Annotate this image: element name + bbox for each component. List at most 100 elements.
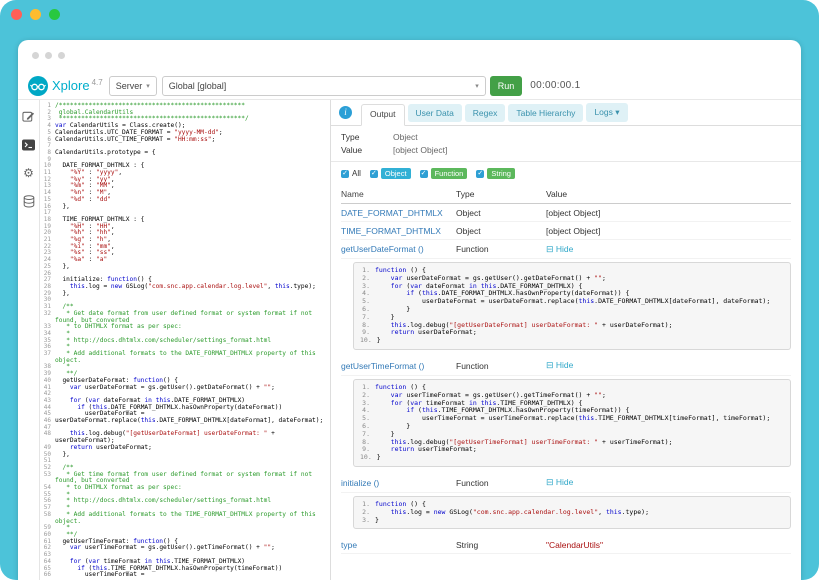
column-header-type: Type [456, 189, 546, 199]
results-table: Name Type Value DATE_FORMAT_DHTMLXObject… [331, 185, 801, 554]
result-name-link[interactable]: getUserDateFormat () [341, 244, 456, 254]
filter-label: All [352, 169, 361, 178]
checkbox-checked-icon[interactable]: ✓ [420, 170, 428, 178]
result-name-link[interactable]: TIME_FORMAT_DHTMLX [341, 226, 456, 236]
code-editor[interactable]: 1/**************************************… [40, 100, 331, 580]
chevron-down-icon: ▾ [475, 82, 479, 90]
result-type: Function [456, 361, 546, 371]
tab-user-data[interactable]: User Data [408, 104, 462, 122]
source-code: } [375, 517, 379, 525]
source-line: 9. return userDateFormat; [360, 329, 784, 337]
function-source-block: 1.function () {2. var userDateFormat = g… [353, 262, 791, 350]
filter-label: String [487, 168, 515, 179]
result-row: typeString"CalendarUtils" [341, 536, 791, 554]
compose-icon[interactable] [22, 110, 35, 123]
inner-window-dots [32, 52, 65, 59]
editor-line: 48 this.log.debug("[getUserDateFormat] u… [40, 431, 330, 444]
results-body: DATE_FORMAT_DHTMLXObject[object Object] T… [341, 204, 791, 554]
line-code: * to DHTMLX format as per spec: [55, 485, 330, 492]
editor-line: 62 var userTimeFormat = gs.getUser().get… [40, 545, 330, 552]
info-icon[interactable]: i [339, 106, 352, 119]
editor-line: 24 "%a" : "a" [40, 257, 330, 264]
main-content: ⚙ 1/************************************… [18, 100, 801, 580]
xplore-logo [28, 76, 48, 96]
editor-line: 8CalendarUtils.prototype = { [40, 150, 330, 157]
source-line: 6. } [360, 423, 784, 431]
server-dropdown[interactable]: Server ▾ [109, 76, 157, 96]
line-code: }, [55, 264, 330, 271]
tab-logs[interactable]: Logs ▾ [586, 103, 627, 122]
results-header-row: Name Type Value [341, 185, 791, 204]
terminal-icon[interactable] [22, 139, 35, 151]
editor-line: 50 }, [40, 452, 330, 459]
summary-value-value: [object Object] [393, 144, 447, 157]
checkbox-checked-icon[interactable]: ✓ [341, 170, 349, 178]
result-row: getUserTimeFormat ()Function⊟ Hide [341, 357, 791, 376]
line-code: var userDateFormat = gs.getUser().getDat… [55, 385, 330, 392]
scope-dropdown[interactable]: Global [global] ▾ [162, 76, 486, 96]
filter-object[interactable]: ✓Object [370, 168, 411, 179]
minimize-window-icon[interactable] [30, 9, 41, 20]
result-name-link[interactable]: type [341, 540, 456, 550]
editor-line: 41 var userDateFormat = gs.getUser().get… [40, 385, 330, 392]
result-type: Function [456, 244, 546, 254]
editor-line: 25 }, [40, 264, 330, 271]
editor-line: 30 [40, 297, 330, 304]
checkbox-checked-icon[interactable]: ✓ [476, 170, 484, 178]
hide-toggle-link[interactable]: ⊟ Hide [546, 244, 573, 254]
tab-output[interactable]: Output [361, 104, 405, 126]
source-line: 9. return userTimeFormat; [360, 446, 784, 454]
editor-line: 15 "%d" : "dd" [40, 197, 330, 204]
gear-icon[interactable]: ⚙ [23, 167, 34, 179]
filter-string[interactable]: ✓String [476, 168, 515, 179]
line-code: return userDateFormat; [55, 445, 330, 452]
maximize-window-icon[interactable] [49, 9, 60, 20]
source-line: 10.} [360, 337, 784, 345]
tab-regex[interactable]: Regex [465, 104, 506, 122]
result-row: DATE_FORMAT_DHTMLXObject[object Object] [341, 204, 791, 222]
execution-timer: 00:00:00.1 [530, 80, 580, 91]
source-code: return userDateFormat; [375, 329, 477, 337]
line-code: CalendarUtils.prototype = { [55, 150, 330, 157]
editor-line: 37 * Add additional formats to the DATE_… [40, 351, 330, 364]
editor-line: 54 * to DHTMLX format as per spec: [40, 485, 330, 492]
result-value: [object Object] [546, 208, 791, 218]
editor-line: 6CalendarUtils.UTC_TIME_FORMAT = "HH:mm:… [40, 137, 330, 144]
inner-minimize-icon [45, 52, 52, 59]
filter-all[interactable]: ✓All [341, 169, 361, 178]
database-icon[interactable] [23, 195, 35, 208]
editor-line: 29 }, [40, 291, 330, 298]
result-row: initialize ()Function⊟ Hide [341, 474, 791, 493]
output-panel: i OutputUser DataRegexTable HierarchyLog… [331, 100, 801, 580]
editor-line: 56 * http://docs.dhtmlx.com/scheduler/se… [40, 498, 330, 505]
browser-window: Xplore 4.7 Server ▾ Global [global] ▾ Ru… [18, 40, 801, 580]
result-value: "CalendarUtils" [546, 540, 791, 550]
source-line: 3.} [360, 517, 784, 525]
checkbox-checked-icon[interactable]: ✓ [370, 170, 378, 178]
icon-sidebar: ⚙ [18, 100, 40, 580]
line-code [55, 458, 330, 465]
line-code: "%d" : "dd" [55, 197, 330, 204]
source-code: this.log = new GSLog("com.snc.app.calend… [375, 509, 649, 517]
line-number: 66 [40, 572, 55, 579]
server-dropdown-label: Server [116, 81, 143, 91]
result-name-link[interactable]: getUserTimeFormat () [341, 361, 456, 371]
tab-table-hierarchy[interactable]: Table Hierarchy [508, 104, 583, 122]
editor-line: 32 * Get date format from user defined f… [40, 311, 330, 324]
source-line: 5. userDateFormat = userDateFormat.repla… [360, 298, 784, 306]
result-name-link[interactable]: initialize () [341, 478, 456, 488]
close-window-icon[interactable] [11, 9, 22, 20]
line-code: }, [55, 204, 330, 211]
hide-toggle-link[interactable]: ⊟ Hide [546, 477, 573, 487]
editor-line: 46userDateFormat.replace(this.DATE_FORMA… [40, 418, 330, 425]
line-code: * Add additional formats to the TIME_FOR… [55, 512, 330, 525]
result-name-link[interactable]: DATE_FORMAT_DHTMLX [341, 208, 456, 218]
line-number: 37 [40, 351, 55, 364]
hide-toggle-link[interactable]: ⊟ Hide [546, 360, 573, 370]
line-code: this.log = new GSLog("com.snc.app.calend… [55, 284, 330, 291]
result-row: getUserDateFormat ()Function⊟ Hide [341, 240, 791, 259]
run-button[interactable]: Run [490, 76, 523, 96]
traffic-lights [11, 9, 60, 20]
filter-function[interactable]: ✓Function [420, 168, 468, 179]
editor-line: 59 * [40, 525, 330, 532]
